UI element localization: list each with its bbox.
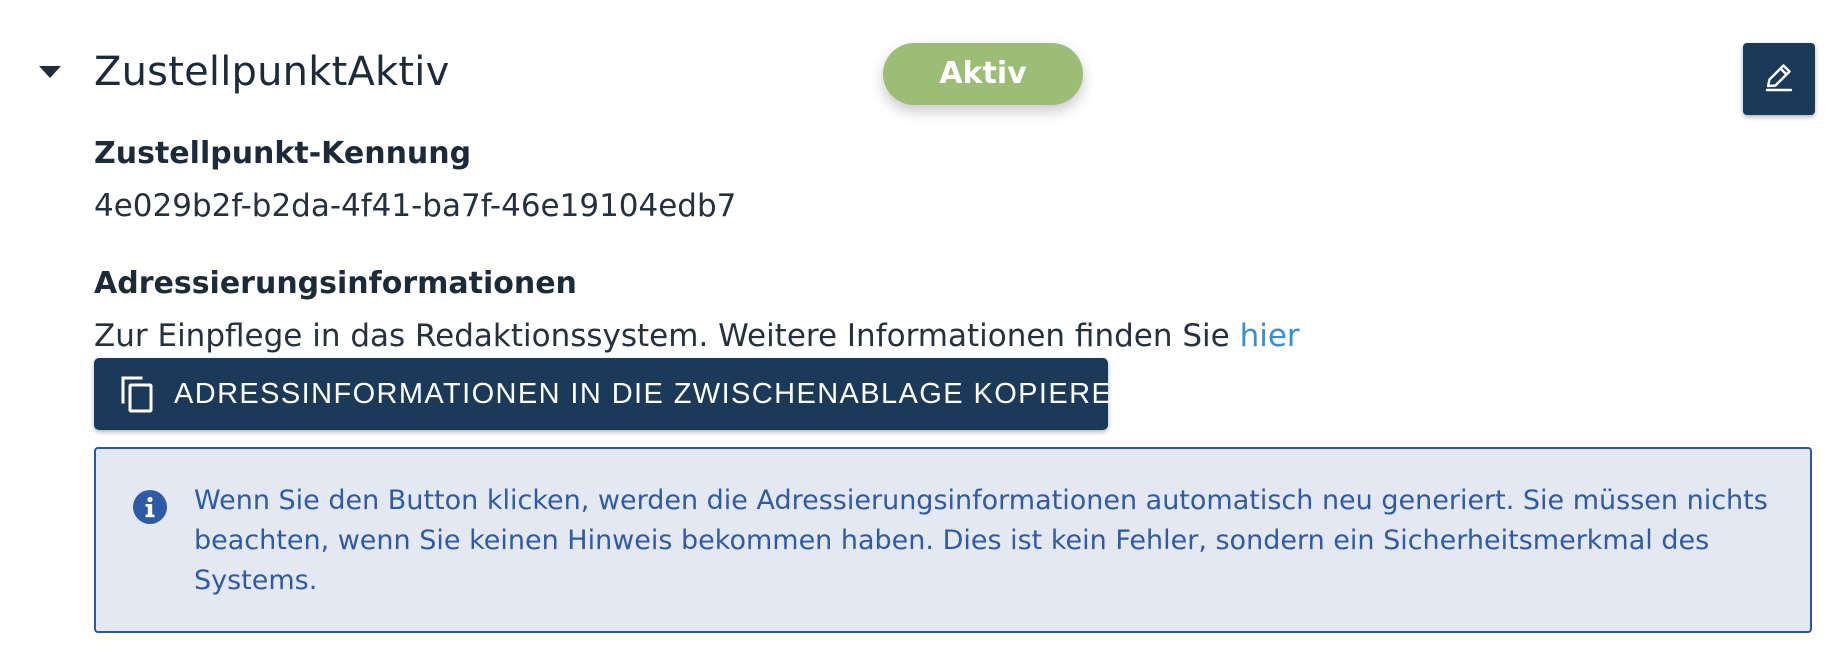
info-icon <box>132 489 168 525</box>
pencil-icon <box>1761 59 1797 99</box>
delivery-point-panel: ZustellpunktAktiv Aktiv Zustellpunkt-Ken… <box>0 0 1840 666</box>
page-title: ZustellpunktAktiv <box>94 49 450 95</box>
info-link[interactable]: hier <box>1240 318 1300 354</box>
caret-down-icon[interactable] <box>39 66 61 78</box>
adressierung-description-text: Zur Einpflege in das Redaktionssystem. W… <box>94 318 1240 354</box>
kennung-value: 4e029b2f-b2da-4f41-ba7f-46e19104edb7 <box>94 188 737 224</box>
info-notice-text: Wenn Sie den Button klicken, werden die … <box>194 485 1768 596</box>
adressierung-label: Adressierungsinformationen <box>94 266 577 301</box>
status-badge: Aktiv <box>883 43 1083 105</box>
kennung-label: Zustellpunkt-Kennung <box>94 136 472 171</box>
copy-address-button[interactable]: ADRESSINFORMATIONEN IN DIE ZWISCHENABLAG… <box>94 358 1133 430</box>
edit-button[interactable] <box>1743 43 1815 115</box>
copy-icon <box>120 375 154 413</box>
adressierung-description: Zur Einpflege in das Redaktionssystem. W… <box>94 314 1300 358</box>
copy-button-label: ADRESSINFORMATIONEN IN DIE ZWISCHENABLAG… <box>174 377 1135 410</box>
info-notice: Wenn Sie den Button klicken, werden die … <box>94 447 1812 633</box>
